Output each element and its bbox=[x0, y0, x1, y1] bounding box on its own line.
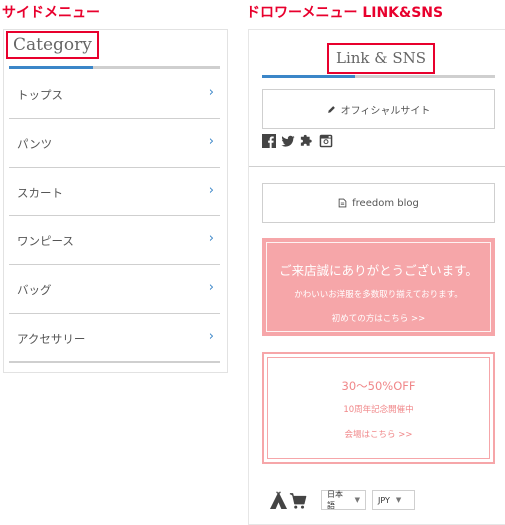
underline-accent bbox=[262, 75, 355, 78]
category-heading: Category bbox=[6, 31, 99, 59]
category-item-label: スカート bbox=[17, 185, 63, 200]
drawer-menu-panel: Link & SNS オフィシャルサイト freedom blog ご来店誠にあ… bbox=[248, 29, 505, 525]
category-item-label: アクセサリー bbox=[17, 331, 86, 346]
link-sns-heading-underline bbox=[262, 75, 495, 78]
category-item-label: ワンピース bbox=[17, 234, 74, 249]
underline-accent bbox=[9, 66, 93, 69]
sale-title: 30〜50%OFF bbox=[341, 379, 416, 393]
blog-button[interactable]: freedom blog bbox=[262, 183, 495, 223]
welcome-banner-frame: ご来店誠にありがとうございます。 かわいいお洋服を多数取り揃えております。 初め… bbox=[266, 242, 491, 332]
category-item-bag[interactable]: バッグ › bbox=[9, 265, 220, 314]
drawer-footer: 日本語 ▼ JPY ▼ bbox=[269, 490, 421, 510]
chevron-right-icon: › bbox=[208, 231, 214, 247]
pencil-icon bbox=[327, 105, 335, 113]
category-item-skirt[interactable]: スカート › bbox=[9, 168, 220, 217]
instagram-icon[interactable] bbox=[319, 134, 333, 148]
caret-down-icon: ▼ bbox=[395, 496, 402, 504]
chevron-right-icon: › bbox=[208, 280, 214, 296]
chevron-right-icon: › bbox=[208, 182, 214, 198]
tent-icon[interactable] bbox=[269, 490, 288, 510]
category-item-tops[interactable]: トップス › bbox=[9, 70, 220, 119]
facebook-icon[interactable] bbox=[262, 134, 276, 148]
footer-icons bbox=[269, 490, 307, 510]
sale-venue-link[interactable]: 会場はこちら >> bbox=[268, 428, 489, 440]
category-item-accessory[interactable]: アクセサリー › bbox=[9, 314, 220, 363]
official-site-button[interactable]: オフィシャルサイト bbox=[262, 89, 495, 129]
language-value: 日本語 bbox=[327, 490, 343, 510]
category-item-label: トップス bbox=[17, 88, 63, 102]
sale-banner[interactable]: 30〜50%OFF 10周年記念開催中 会場はこちら >> bbox=[262, 352, 495, 464]
caret-down-icon: ▼ bbox=[354, 496, 360, 504]
category-list: トップス › パンツ › スカート › ワンピース › バッグ › アクセサリー… bbox=[9, 70, 220, 363]
sns-icon-row bbox=[262, 134, 333, 148]
side-menu-panel: Category トップス › パンツ › スカート › ワンピース › バッグ… bbox=[3, 29, 228, 373]
currency-select[interactable]: JPY ▼ bbox=[372, 490, 415, 510]
category-heading-underline bbox=[9, 66, 220, 69]
side-menu-caption: サイドメニュー bbox=[2, 5, 100, 21]
category-item-pants[interactable]: パンツ › bbox=[9, 119, 220, 168]
cart-icon[interactable] bbox=[289, 492, 307, 510]
chevron-right-icon: › bbox=[208, 85, 214, 100]
twitter-icon[interactable] bbox=[281, 134, 295, 148]
category-item-label: パンツ bbox=[17, 136, 53, 151]
category-item-label: バッグ bbox=[17, 283, 52, 298]
welcome-subtitle: かわいいお洋服を多数取り揃えております。 bbox=[294, 290, 463, 300]
drawer-divider bbox=[249, 166, 505, 167]
chevron-right-icon: › bbox=[208, 133, 214, 149]
sale-subtitle: 10周年記念開催中 bbox=[343, 405, 414, 415]
category-item-onepiece[interactable]: ワンピース › bbox=[9, 216, 220, 266]
welcome-title: ご来店誠にありがとうございます。 bbox=[279, 263, 478, 278]
welcome-banner[interactable]: ご来店誠にありがとうございます。 かわいいお洋服を多数取り揃えております。 初め… bbox=[262, 238, 495, 336]
puzzle-icon[interactable] bbox=[300, 134, 314, 148]
blog-label: freedom blog bbox=[352, 197, 419, 209]
drawer-menu-caption: ドロワーメニュー LINK&SNS bbox=[246, 5, 444, 21]
document-icon bbox=[338, 198, 347, 208]
sale-banner-frame: 30〜50%OFF 10周年記念開催中 会場はこちら >> bbox=[267, 357, 490, 459]
first-time-link[interactable]: 初めての方はこちら >> bbox=[267, 312, 490, 324]
official-site-label: オフィシャルサイト bbox=[340, 105, 431, 117]
chevron-right-icon: › bbox=[208, 328, 214, 344]
currency-value: JPY bbox=[378, 495, 390, 505]
link-sns-heading: Link & SNS bbox=[327, 43, 436, 74]
language-select[interactable]: 日本語 ▼ bbox=[321, 490, 366, 510]
